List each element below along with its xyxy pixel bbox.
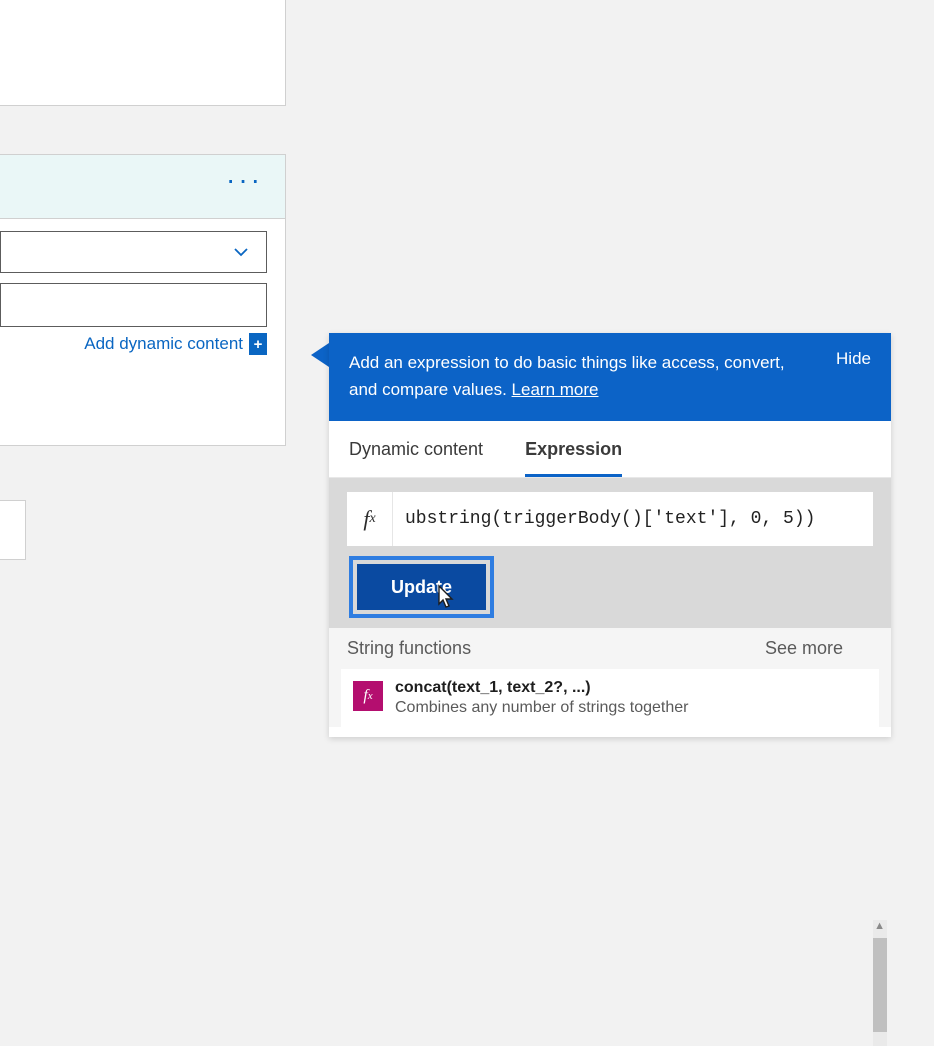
action-card-header: ··· (0, 155, 285, 219)
dropdown-input[interactable] (0, 231, 267, 273)
tab-expression[interactable]: Expression (525, 439, 622, 477)
plus-icon: + (249, 333, 267, 355)
text-input[interactable] (0, 283, 267, 327)
next-step-stub (0, 500, 26, 560)
formula-input[interactable]: ubstring(triggerBody()['text'], 0, 5)) (393, 509, 873, 529)
chevron-down-icon (232, 243, 250, 261)
add-dynamic-content-label: Add dynamic content (84, 334, 243, 354)
add-dynamic-content-link[interactable]: Add dynamic content + (0, 333, 267, 355)
suggestion-text: concat(text_1, text_2?, ...) Combines an… (395, 679, 688, 717)
suggestion-description: Combines any number of strings together (395, 699, 688, 717)
learn-more-link[interactable]: Learn more (512, 380, 599, 399)
expression-tabs: Dynamic content Expression (329, 421, 891, 478)
expression-input-area: fx ubstring(triggerBody()['text'], 0, 5)… (329, 478, 891, 628)
fx-icon: fx (347, 492, 393, 546)
expression-header: Add an expression to do basic things lik… (329, 333, 891, 421)
expression-header-text: Add an expression to do basic things lik… (349, 349, 816, 403)
update-button-focus-ring: Update (349, 556, 494, 618)
scrollbar-thumb[interactable] (873, 938, 887, 1032)
suggestions-list: String functions See more fx concat(text… (329, 628, 891, 727)
fx-badge-icon: fx (353, 681, 383, 711)
update-button[interactable]: Update (357, 564, 486, 610)
see-more-link[interactable]: See more (765, 638, 843, 659)
scroll-up-icon[interactable]: ▲ (874, 920, 885, 932)
prior-action-card (0, 0, 286, 106)
suggestions-header: String functions See more (329, 628, 891, 669)
formula-row: fx ubstring(triggerBody()['text'], 0, 5)… (347, 492, 873, 546)
suggestion-title: concat(text_1, text_2?, ...) (395, 679, 688, 697)
suggestions-section-title: String functions (347, 638, 471, 659)
hide-button[interactable]: Hide (836, 349, 871, 369)
tab-dynamic-content[interactable]: Dynamic content (349, 439, 483, 477)
suggestion-item[interactable]: fx concat(text_1, text_2?, ...) Combines… (341, 669, 879, 727)
action-card-body: Add dynamic content + (0, 219, 285, 355)
callout-arrow-icon (311, 343, 329, 367)
expression-panel: Add an expression to do basic things lik… (329, 333, 891, 737)
action-card: ··· Add dynamic content + (0, 154, 286, 446)
update-button-wrap: Update (347, 546, 873, 628)
